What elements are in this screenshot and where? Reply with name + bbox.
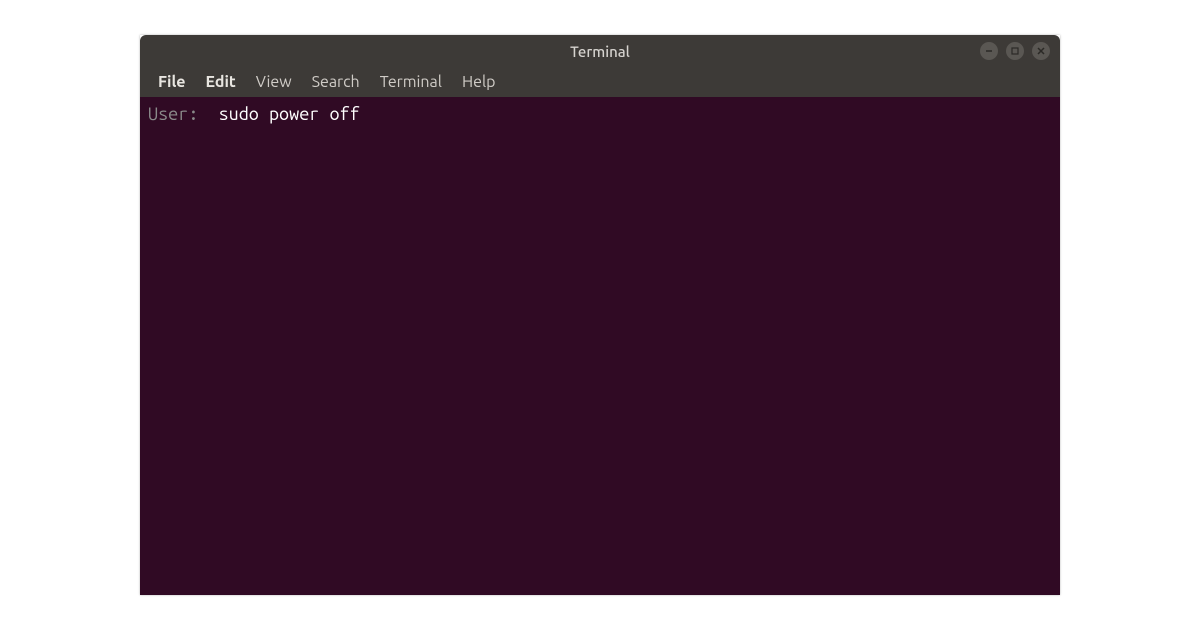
minimize-icon <box>984 46 994 56</box>
maximize-button[interactable] <box>1006 42 1024 60</box>
menubar: File Edit View Search Terminal Help <box>140 67 1060 97</box>
close-button[interactable] <box>1032 42 1050 60</box>
terminal-body[interactable]: User: sudo power off <box>140 97 1060 595</box>
maximize-icon <box>1010 46 1020 56</box>
minimize-button[interactable] <box>980 42 998 60</box>
prompt-text: User: <box>148 103 219 126</box>
menu-search[interactable]: Search <box>304 69 368 95</box>
menu-file[interactable]: File <box>150 69 194 95</box>
command-text: sudo power off <box>219 103 360 126</box>
menu-terminal[interactable]: Terminal <box>372 69 450 95</box>
terminal-window: Terminal File Edit View Sea <box>140 35 1060 595</box>
menu-help[interactable]: Help <box>454 69 504 95</box>
menu-edit[interactable]: Edit <box>198 69 244 95</box>
window-controls <box>980 42 1050 60</box>
close-icon <box>1036 46 1046 56</box>
terminal-line: User: sudo power off <box>148 103 1052 126</box>
titlebar: Terminal <box>140 35 1060 67</box>
window-title: Terminal <box>570 43 630 60</box>
menu-view[interactable]: View <box>248 69 300 95</box>
